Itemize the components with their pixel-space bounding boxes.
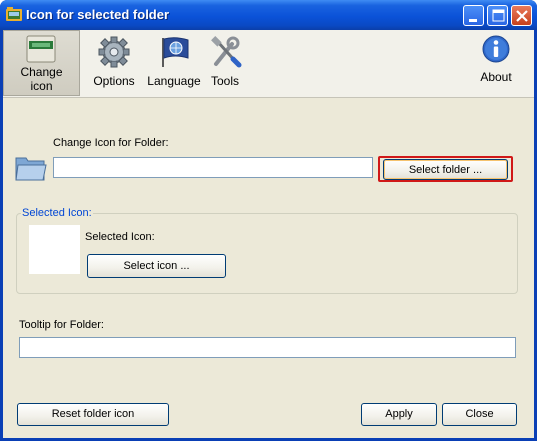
toolbar-tools-label: Tools [210, 74, 239, 88]
close-window-button[interactable] [511, 5, 532, 26]
toolbar-change-icon[interactable]: Change icon [3, 30, 80, 96]
title-bar[interactable]: Icon for selected folder [0, 0, 537, 30]
minimize-button[interactable] [463, 5, 484, 26]
maximize-icon [492, 9, 505, 22]
folder-path-field[interactable] [53, 157, 373, 178]
app-window: Icon for selected folder Change icon Opt… [0, 0, 537, 441]
selected-icon-preview [29, 225, 80, 274]
close-button[interactable]: Close [442, 403, 517, 426]
window-title: Icon for selected folder [26, 7, 170, 22]
client-area: Change icon Options Language Tools About… [3, 30, 534, 438]
selected-icon-group-legend: Selected Icon: [21, 207, 93, 219]
maximize-button[interactable] [487, 5, 508, 26]
info-icon [482, 35, 510, 63]
toolbar-about-label: About [480, 70, 512, 84]
tooltip-label: Tooltip for Folder: [19, 319, 104, 331]
close-icon [516, 10, 528, 22]
reset-folder-icon-button[interactable]: Reset folder icon [17, 403, 169, 426]
toolbar-options-label: Options [93, 74, 135, 88]
folder-icon [15, 157, 47, 181]
tooltip-field[interactable] [19, 337, 516, 358]
minimize-icon [469, 19, 477, 22]
select-folder-button[interactable]: Select folder ... [383, 159, 508, 180]
select-icon-button[interactable]: Select icon ... [87, 254, 226, 278]
apply-button[interactable]: Apply [361, 403, 437, 426]
folder-app-icon [6, 7, 22, 21]
gear-icon [98, 36, 130, 68]
selected-icon-label: Selected Icon: [85, 231, 155, 243]
toolbar: Change icon Options Language Tools About [3, 30, 534, 98]
change-icon-icon [26, 35, 56, 63]
tools-icon [211, 36, 242, 68]
toolbar-language-label: Language [147, 74, 201, 88]
language-flag-icon [162, 37, 189, 67]
change-icon-folder-label: Change Icon for Folder: [53, 137, 169, 149]
toolbar-options[interactable]: Options [91, 30, 137, 96]
toolbar-change-icon-label: Change icon [20, 65, 63, 93]
toolbar-tools[interactable]: Tools [205, 30, 245, 96]
toolbar-language[interactable]: Language [146, 30, 202, 96]
toolbar-about[interactable]: About [474, 30, 518, 96]
